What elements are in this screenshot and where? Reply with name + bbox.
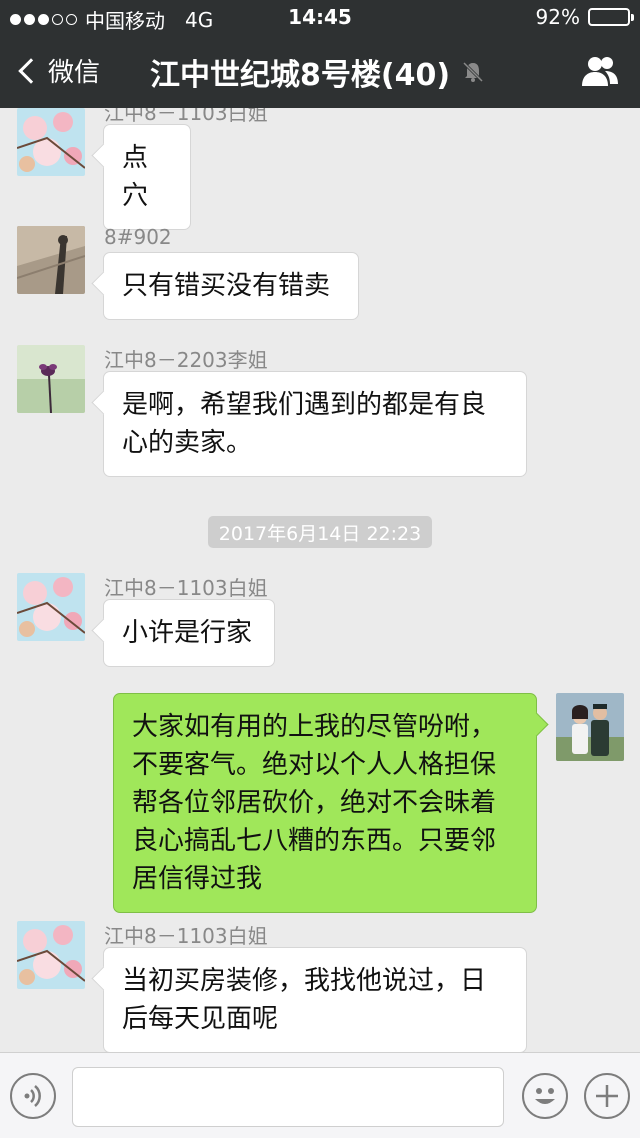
battery-icon — [588, 8, 634, 26]
message-bubble[interactable]: 当初买房装修，我找他说过，日后每天见面呢 — [103, 947, 527, 1052]
message-text: 小许是行家 — [122, 618, 253, 648]
message-bubble[interactable]: 大家如有用的上我的尽管吩咐，不要客气。绝对以个人人格担保帮各位邻居砍价，绝对不会… — [113, 693, 537, 913]
message-text: 当初买房装修，我找他说过，日后每天见面呢 — [122, 966, 487, 1034]
back-label: 微信 — [48, 58, 101, 88]
message-text: 是啊，希望我们遇到的都是有良心的卖家。 — [122, 390, 487, 458]
input-toolbar — [0, 1052, 640, 1138]
sender-name: 江中8－1103白姐 — [104, 924, 268, 948]
couple-avatar[interactable] — [556, 693, 624, 761]
more-button[interactable] — [584, 1073, 630, 1119]
mute-bell-icon — [462, 61, 484, 83]
chat-messages[interactable]: 江中8－1103白姐 点穴 8#902 只有错买没有错卖 江中8－2203李姐 … — [0, 108, 640, 1052]
timestamp-divider: 2017年6月14日 22:23 — [208, 516, 432, 548]
message-bubble[interactable]: 点穴 — [103, 124, 191, 230]
chat-title: 江中世纪城8号楼(40) — [150, 50, 486, 94]
battery-percent: 92% — [535, 5, 580, 29]
message-text: 点穴 — [122, 143, 149, 211]
message-bubble[interactable]: 小许是行家 — [103, 599, 275, 667]
status-bar: 中国移动 4G 14:45 92% — [0, 0, 640, 34]
nav-bar: 微信 江中世纪城8号楼(40) — [0, 34, 640, 108]
emoji-icon — [535, 1088, 555, 1104]
message-text: 只有错买没有错卖 — [122, 271, 331, 301]
sender-name: 江中8－2203李姐 — [104, 348, 268, 372]
group-members-icon[interactable] — [580, 54, 620, 88]
voice-icon — [24, 1085, 41, 1107]
message-input[interactable] — [72, 1067, 504, 1127]
back-button[interactable]: 微信 — [16, 52, 100, 89]
sender-name: 江中8－1103白姐 — [104, 576, 268, 600]
blossom-avatar[interactable] — [17, 108, 85, 176]
flower-avatar[interactable] — [17, 345, 85, 413]
blossom-avatar[interactable] — [17, 573, 85, 641]
sender-name: 8#902 — [104, 225, 172, 249]
shadow-avatar[interactable] — [17, 226, 85, 294]
battery-status: 92% — [535, 5, 634, 29]
message-text: 大家如有用的上我的尽管吩咐，不要客气。绝对以个人人格担保帮各位邻居砍价，绝对不会… — [132, 712, 497, 894]
message-bubble[interactable]: 是啊，希望我们遇到的都是有良心的卖家。 — [103, 371, 527, 477]
emoji-button[interactable] — [522, 1073, 568, 1119]
blossom-avatar[interactable] — [17, 921, 85, 989]
plus-icon — [596, 1085, 618, 1107]
group-name: 江中世纪城8号楼(40) — [150, 58, 451, 93]
chevron-left-icon — [18, 57, 44, 84]
message-bubble[interactable]: 只有错买没有错卖 — [103, 252, 359, 320]
voice-button[interactable] — [10, 1073, 56, 1119]
